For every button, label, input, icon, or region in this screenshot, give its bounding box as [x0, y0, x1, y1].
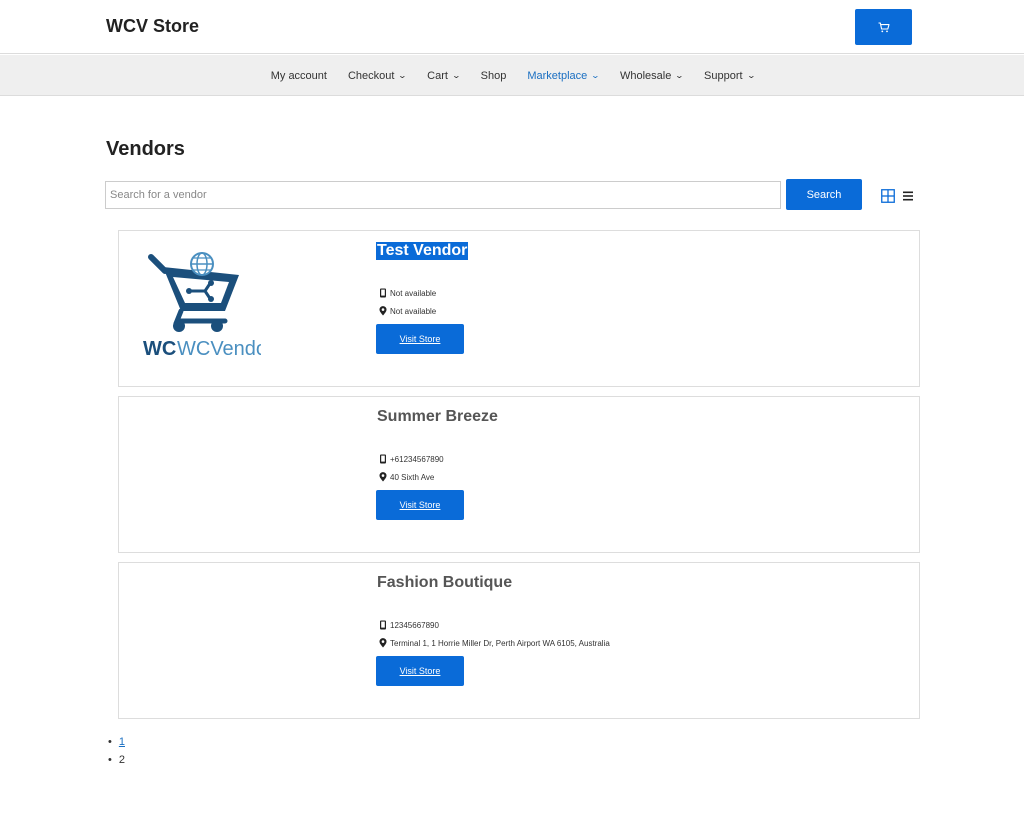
- svg-text:WC: WC: [143, 338, 176, 359]
- vendor-address: Terminal 1, 1 Horrie Miller Dr, Perth Ai…: [379, 638, 610, 648]
- page-current-2: 2: [118, 754, 125, 766]
- vendor-card: Summer Breeze +61234567890 40 Sixth Ave …: [118, 396, 920, 553]
- chevron-down-icon: ⌄: [674, 71, 685, 80]
- vendor-address-text: Not available: [390, 306, 437, 316]
- cart-button[interactable]: [855, 9, 912, 45]
- grid-view-icon[interactable]: [881, 189, 895, 203]
- page-link-1[interactable]: 1: [119, 736, 125, 748]
- chevron-down-icon: ⌄: [398, 71, 408, 80]
- vendor-name: Fashion Boutique: [377, 574, 513, 591]
- nav-item-label: Shop: [480, 69, 507, 82]
- nav-item-label: My account: [270, 69, 327, 82]
- nav-item-my-account[interactable]: My account: [271, 70, 327, 82]
- phone-icon: [380, 454, 386, 464]
- site-title[interactable]: WCV Store: [106, 16, 199, 37]
- wcvendors-logo: WC WCVendors: [143, 252, 261, 359]
- vendor-card: WC WCVendors Test Vendor Not available N…: [118, 230, 920, 387]
- nav-item-checkout[interactable]: Checkout ⌄: [347, 69, 408, 82]
- site-header: WCV Store: [0, 0, 1024, 54]
- search-button[interactable]: Search: [786, 179, 862, 210]
- map-pin-icon: [379, 638, 387, 648]
- nav-item-shop[interactable]: Shop: [481, 70, 507, 82]
- visit-store-button[interactable]: Visit Store: [376, 656, 464, 686]
- pagination: 1 2: [108, 733, 125, 769]
- nav-item-wholesale[interactable]: Wholesale ⌄: [619, 69, 685, 82]
- nav-item-label: Checkout: [347, 69, 395, 82]
- map-pin-icon: [379, 306, 387, 316]
- list-view-icon[interactable]: [902, 190, 914, 202]
- chevron-down-icon: ⌄: [590, 71, 601, 80]
- cart-icon: [878, 21, 890, 32]
- vendor-phone-text: 12345667890: [390, 620, 439, 630]
- phone-icon: [380, 620, 386, 630]
- page-title: Vendors: [106, 138, 185, 160]
- nav-item-marketplace[interactable]: Marketplace ⌄: [527, 69, 601, 82]
- nav-item-support[interactable]: Support ⌄: [704, 69, 756, 82]
- page-item: 1: [108, 733, 125, 751]
- svg-text:WCVendors: WCVendors: [177, 338, 261, 359]
- vendor-address: Not available: [379, 306, 436, 316]
- page-item: 2: [108, 751, 125, 769]
- vendor-address: 40 Sixth Ave: [379, 472, 434, 482]
- phone-icon: [380, 288, 386, 298]
- visit-store-button[interactable]: Visit Store: [376, 324, 464, 354]
- vendor-phone: 12345667890: [379, 620, 439, 630]
- nav-item-label: Cart: [427, 69, 448, 82]
- nav-item-cart[interactable]: Cart ⌄: [427, 69, 461, 82]
- nav-item-label: Marketplace: [527, 69, 588, 82]
- map-pin-icon: [379, 472, 387, 482]
- visit-store-button[interactable]: Visit Store: [376, 490, 464, 520]
- chevron-down-icon: ⌄: [746, 71, 756, 80]
- vendor-phone: Not available: [379, 288, 436, 298]
- vendor-search-input[interactable]: [105, 181, 781, 209]
- main-navigation: My account Checkout ⌄ Cart ⌄ Shop Market…: [0, 55, 1024, 96]
- vendor-phone: +61234567890: [379, 454, 444, 464]
- vendor-phone-text: +61234567890: [390, 454, 444, 464]
- nav-item-label: Support: [704, 69, 743, 82]
- vendor-card: Fashion Boutique 12345667890 Terminal 1,…: [118, 562, 920, 719]
- vendor-phone-text: Not available: [390, 288, 437, 298]
- vendor-address-text: 40 Sixth Ave: [390, 472, 435, 482]
- nav-menu: My account Checkout ⌄ Cart ⌄ Shop Market…: [0, 55, 1024, 96]
- nav-item-label: Wholesale: [619, 69, 672, 82]
- vendor-name: Summer Breeze: [377, 408, 498, 425]
- vendor-address-text: Terminal 1, 1 Horrie Miller Dr, Perth Ai…: [390, 638, 610, 648]
- chevron-down-icon: ⌄: [451, 71, 461, 80]
- vendor-name: Test Vendor: [376, 242, 469, 260]
